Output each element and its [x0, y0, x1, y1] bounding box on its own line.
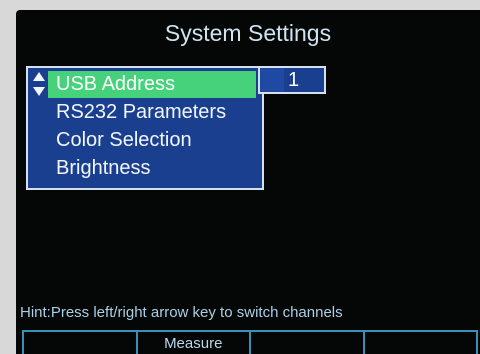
value-field-cursor [260, 68, 284, 92]
softkey-3[interactable] [251, 332, 365, 354]
menu-item-usb-address[interactable]: USB Address [48, 71, 256, 98]
usb-address-value: 1 [288, 69, 300, 91]
screen-title: System Settings [164, 20, 332, 46]
menu-item-brightness[interactable]: Brightness [56, 155, 151, 182]
usb-address-value-field[interactable]: 1 [258, 66, 326, 94]
softkey-1[interactable] [22, 332, 138, 354]
up-down-arrows-icon [33, 72, 45, 96]
settings-menu: USB Address RS232 Parameters Color Selec… [26, 66, 264, 190]
hint-text: Hint:Press left/right arrow key to switc… [20, 304, 343, 321]
menu-item-rs232-parameters[interactable]: RS232 Parameters [56, 99, 226, 126]
menu-item-color-selection[interactable]: Color Selection [56, 127, 192, 154]
device-screen: System Settings USB Address RS232 Parame… [16, 10, 480, 354]
softkey-4[interactable] [365, 332, 478, 354]
softkey-measure[interactable]: Measure [138, 332, 251, 354]
softkey-bar: Measure [22, 330, 478, 354]
